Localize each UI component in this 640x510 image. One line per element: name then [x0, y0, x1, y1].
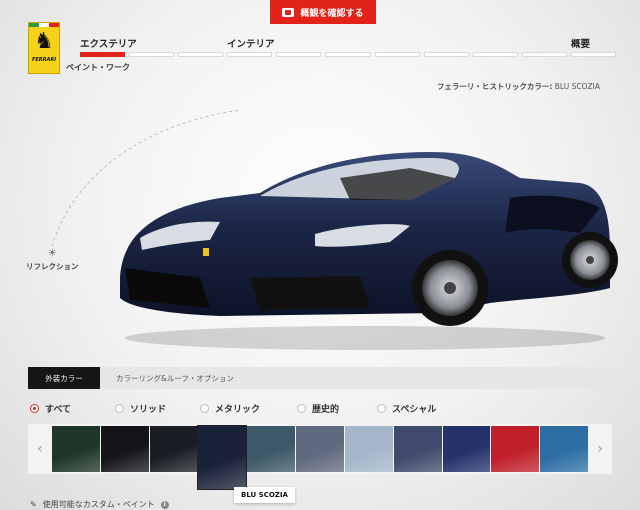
- selected-color-label: フェラーリ・ヒストリックカラー:: [436, 82, 553, 91]
- filter-label: 歴史的: [312, 405, 340, 415]
- progress-segment[interactable]: [129, 52, 175, 57]
- progress-segment[interactable]: [472, 52, 518, 57]
- chevron-left-icon[interactable]: ‹: [28, 424, 52, 474]
- ferrari-logo[interactable]: ♞ FERRARI: [28, 22, 60, 74]
- progress-segment[interactable]: [325, 52, 371, 57]
- view-summary-label: 概観を確認する: [300, 8, 364, 19]
- progress-bar: [80, 52, 617, 57]
- reflection-label: リフレクション: [26, 262, 79, 271]
- filter-all[interactable]: すべて: [30, 402, 115, 415]
- prancing-horse-icon: ♞: [34, 29, 54, 54]
- view-summary-button[interactable]: 概観を確認する: [270, 0, 376, 24]
- reflection-control[interactable]: ☀ リフレクション: [26, 249, 79, 272]
- progress-segment[interactable]: [423, 52, 469, 57]
- color-swatch[interactable]: [52, 426, 100, 472]
- filter-label: すべて: [45, 405, 72, 415]
- color-swatch[interactable]: [149, 426, 198, 472]
- step-interior[interactable]: インテリア: [227, 36, 275, 50]
- custom-paint-label: 使用可能なカスタム・ペイント: [42, 500, 155, 509]
- progress-segment[interactable]: [227, 52, 273, 57]
- color-swatch[interactable]: [296, 426, 344, 472]
- radio-selected[interactable]: [30, 404, 39, 413]
- progress-segment[interactable]: [374, 52, 420, 57]
- exterior-tabs: 外装カラー カラーリング&ルーフ・オプション: [28, 367, 612, 389]
- radio[interactable]: [297, 404, 306, 413]
- filter-special[interactable]: スペシャル: [377, 402, 467, 415]
- brush-icon: ✎: [30, 500, 37, 509]
- selected-color-value: BLU SCOZIA: [554, 82, 600, 91]
- color-swatch[interactable]: [540, 426, 588, 472]
- radio[interactable]: [115, 404, 124, 413]
- progress-segment[interactable]: [570, 52, 617, 57]
- swatch-list: [52, 424, 588, 489]
- filter-historic[interactable]: 歴史的: [297, 402, 377, 415]
- camera-icon: [282, 7, 295, 17]
- tab-exterior-color[interactable]: 外装カラー: [28, 367, 100, 389]
- color-swatch[interactable]: [393, 426, 442, 472]
- custom-paint-link[interactable]: ✎ 使用可能なカスタム・ペイント i: [30, 499, 169, 510]
- progress-segment[interactable]: [80, 52, 126, 57]
- filter-label: スペシャル: [392, 405, 437, 415]
- color-swatch[interactable]: [344, 426, 393, 472]
- color-swatch[interactable]: [442, 426, 491, 472]
- progress-segment[interactable]: [276, 52, 322, 57]
- color-swatch[interactable]: [247, 426, 296, 472]
- info-icon[interactable]: i: [160, 500, 169, 509]
- sun-icon: ☀: [47, 248, 57, 259]
- selected-color-readout: フェラーリ・ヒストリックカラー: BLU SCOZIA: [437, 81, 600, 92]
- car-image: [120, 152, 618, 350]
- filter-label: ソリッド: [130, 405, 167, 415]
- color-swatch[interactable]: [100, 426, 149, 472]
- filter-metallic[interactable]: メタリック: [200, 402, 297, 415]
- logo-wordmark: FERRARI: [31, 57, 57, 63]
- color-swatch[interactable]: [198, 426, 247, 489]
- filter-label: メタリック: [215, 405, 261, 415]
- tab-coloring-roof-options[interactable]: カラーリング&ルーフ・オプション: [100, 367, 250, 389]
- selected-color-tooltip: BLU SCOZIA: [234, 487, 295, 503]
- progress-segment[interactable]: [521, 52, 567, 57]
- radio[interactable]: [377, 404, 386, 413]
- color-swatch[interactable]: [491, 426, 540, 472]
- color-filters: すべて ソリッド メタリック 歴史的 スペシャル: [30, 402, 467, 415]
- chevron-right-icon[interactable]: ›: [588, 424, 612, 474]
- step-exterior[interactable]: エクステリア: [80, 36, 137, 50]
- progress-segment[interactable]: [178, 52, 224, 57]
- radio[interactable]: [200, 404, 209, 413]
- section-subtitle: ペイント・ワーク: [66, 63, 130, 72]
- step-summary[interactable]: 概要: [571, 36, 590, 50]
- color-swatch-carousel: ‹ ›: [28, 424, 612, 489]
- filter-solid[interactable]: ソリッド: [115, 402, 200, 415]
